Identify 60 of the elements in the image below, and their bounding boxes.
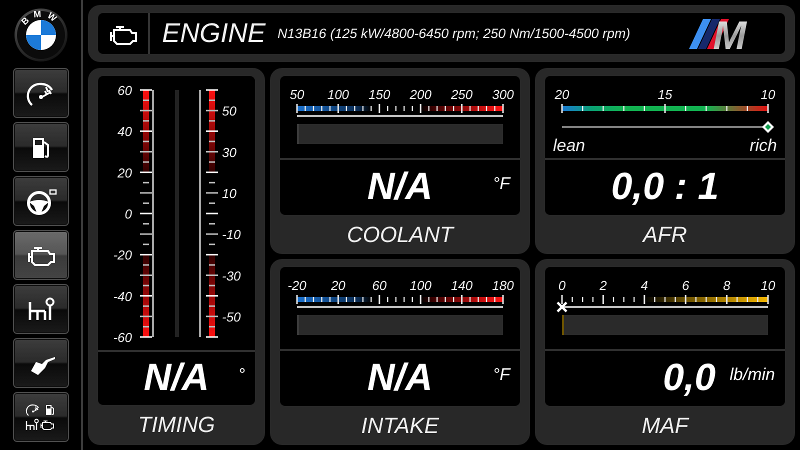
gauge-title: COOLANT [346, 220, 456, 248]
scale-label: -30 [222, 268, 241, 284]
gauge-value: N/A [367, 166, 433, 209]
scale-label: 0 [558, 278, 566, 293]
nav-button[interactable] [12, 338, 68, 388]
scale-label: 10 [222, 186, 236, 201]
scale-label: 10 [760, 87, 776, 102]
gauge-value: 0,0 [662, 357, 716, 400]
engine-spec-text: N13B16 (125 kW/4800-6450 rpm; 250 Nm/1500-4500 rpm) [278, 26, 630, 41]
gauge-title: MAF [640, 412, 690, 440]
range-end-label: lean [553, 136, 586, 155]
scale-label: 20 [330, 278, 346, 293]
scale-label: 6 [682, 278, 690, 293]
nav-button[interactable] [12, 68, 68, 118]
gauge-title: TIMING [137, 411, 216, 439]
scale-label: 10 [760, 278, 776, 293]
page-title: ENGINE [162, 18, 266, 49]
unit-label: °F [492, 364, 510, 384]
scale-label: -50 [222, 309, 241, 324]
scale-label: 140 [450, 278, 473, 293]
scale-label: 30 [222, 144, 236, 160]
unit-label: °F [492, 174, 510, 194]
scale-label: -20 [288, 278, 306, 293]
nav-button[interactable] [12, 230, 68, 280]
gauge-title: AFR [641, 220, 688, 248]
scale-label: 300 [492, 87, 514, 102]
gauge-value: N/A [367, 357, 433, 400]
scale-label: 20 [554, 87, 570, 102]
nav-button[interactable] [12, 122, 68, 172]
scale-label: 0 [124, 206, 132, 222]
gauge-value: N/A [144, 357, 210, 400]
scale-label: -60 [113, 330, 132, 345]
scale-label: 100 [327, 87, 350, 102]
scale-label: 15 [658, 87, 672, 102]
scale-label: 40 [118, 124, 132, 140]
nav-button[interactable] [12, 284, 68, 334]
nav-button[interactable] [12, 176, 68, 226]
scale-label: -10 [222, 227, 241, 242]
scale-label: 100 [410, 278, 432, 293]
unit-label: ° [238, 364, 245, 384]
unit-label: lb/min [730, 364, 775, 384]
scale-label: 60 [118, 83, 132, 98]
scale-label: 180 [492, 278, 514, 293]
scale-label: 4 [640, 278, 648, 293]
scale-label: 60 [372, 278, 387, 293]
scale-label: -40 [113, 288, 132, 304]
nav-button[interactable] [12, 392, 68, 442]
scale-label: 2 [600, 278, 607, 293]
scale-label: 50 [222, 104, 236, 119]
scale-label: 8 [723, 278, 730, 293]
scale-label: 250 [450, 87, 473, 102]
gauge-title: INTAKE [360, 412, 440, 440]
range-end-label: rich [750, 136, 777, 155]
roundel-logo: BMW [14, 8, 68, 62]
gauge-value: 0,0 : 1 [611, 166, 719, 209]
scale-label: -20 [113, 248, 132, 263]
scale-label: 50 [290, 87, 304, 102]
scale-label: 150 [368, 87, 390, 102]
scale-label: 20 [118, 165, 132, 180]
scale-label: 200 [410, 87, 432, 102]
